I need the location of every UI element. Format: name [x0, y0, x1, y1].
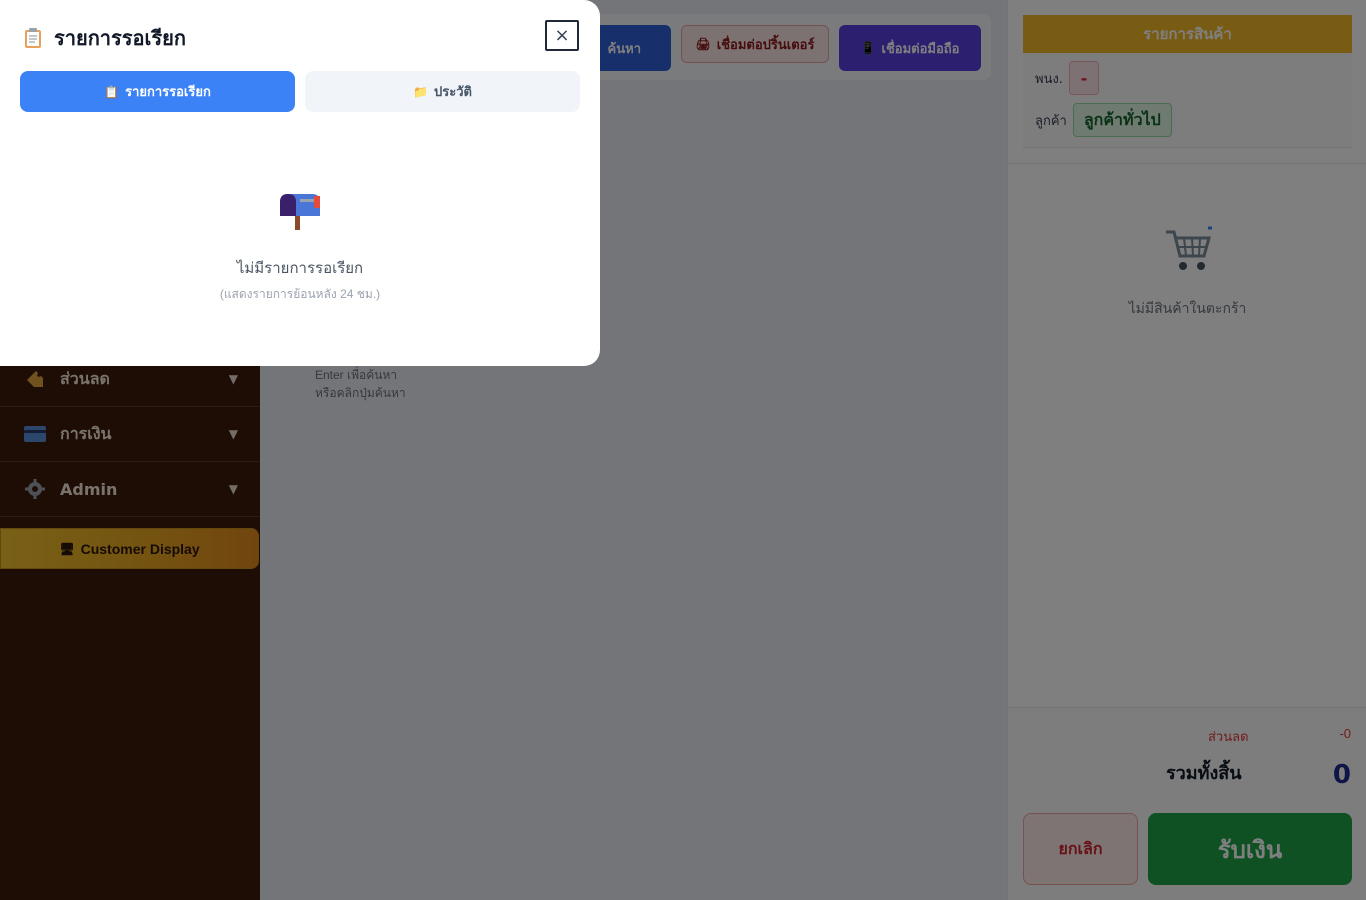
empty-state-title: ไม่มีรายการรอเรียก	[236, 260, 364, 277]
modal-title-text: รายการรอเรียก	[54, 26, 186, 50]
held-orders-modal: รายการรอเรียก × 📋 รายการรอเรียก 📁 ประวัต…	[0, 0, 600, 366]
tab-label: รายการรอเรียก	[125, 85, 211, 100]
close-button[interactable]: ×	[545, 20, 579, 51]
tab-history[interactable]: 📁 ประวัติ	[305, 71, 580, 112]
clipboard-icon: 📋	[104, 84, 120, 99]
mailbox-icon	[278, 190, 324, 232]
close-icon: ×	[554, 25, 570, 46]
folder-icon: 📁	[413, 84, 428, 99]
modal-title: รายการรอเรียก	[24, 22, 186, 54]
tab-label: ประวัติ	[433, 85, 472, 100]
clipboard-icon	[24, 27, 42, 49]
empty-state-subtitle: (แสดงรายการย้อนหลัง 24 ชม.)	[219, 287, 381, 301]
tab-held-orders[interactable]: 📋 รายการรอเรียก	[20, 71, 295, 112]
